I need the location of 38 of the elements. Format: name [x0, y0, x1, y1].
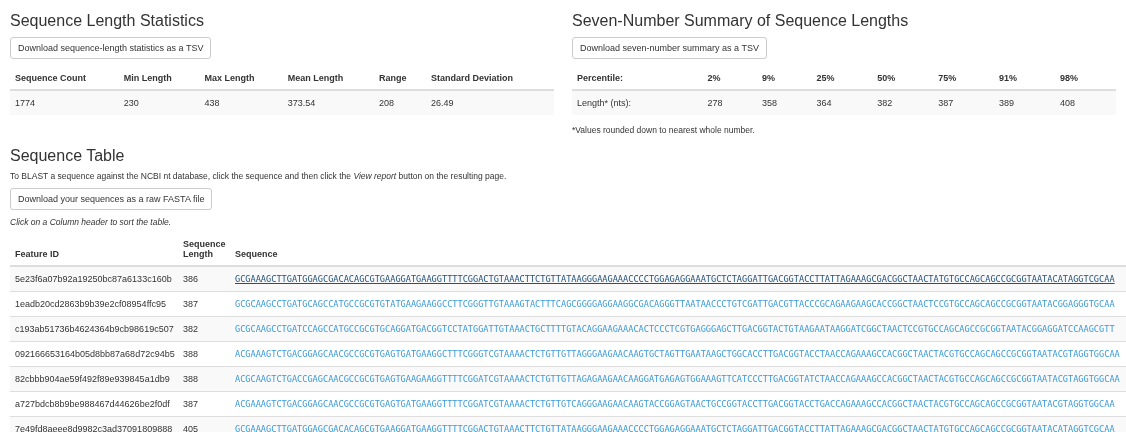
length-cell: 388 — [178, 366, 230, 392]
length-cell: 382 — [178, 316, 230, 342]
feature-id-cell: 5e23f6a07b92a19250bc87a6133c160b — [10, 266, 178, 292]
feature-id-cell: c193ab51736b4624364b9cb98619c507 — [10, 316, 178, 342]
instructions-text: To BLAST a sequence against the NCBI nt database, click the sequence and then click the View report button on the resulting page. — [10, 171, 508, 181]
download-button[interactable]: Download sequence-length statistics as a TSV — [10, 37, 212, 59]
section-title: Sequence Table — [10, 147, 126, 165]
download-button[interactable]: Download seven-number summary as a TSV — [572, 37, 767, 59]
sort-hint: Click on a Column header to sort the table. — [10, 217, 173, 227]
table-cell: 208 — [373, 90, 427, 115]
feature-id-cell: 092166653164b05d8bb87a68d72c94b5 — [10, 341, 178, 367]
table-cell: Length* (nts): — [572, 90, 703, 115]
table-cell: 230 — [118, 90, 200, 115]
table-cell: 364 — [811, 90, 873, 115]
footnote: *Values rounded down to nearest whole number. — [572, 125, 756, 135]
feature-id-cell: 82cbbb904ae59f492f89e939845a1db9 — [10, 366, 178, 392]
feature-id-cell: 7e49fd8aeee8d9982c3ad37091809888 — [10, 416, 178, 432]
table-cell: 358 — [756, 90, 812, 115]
table-cell: 1774 — [10, 90, 119, 115]
length-cell: 405 — [178, 416, 230, 432]
feature-id-cell: a727bdcb8b9be988467d44626be2f0df — [10, 391, 178, 417]
table-cell: 389 — [994, 90, 1055, 115]
table-cell: 438 — [199, 90, 283, 115]
table-cell: 382 — [872, 90, 934, 115]
length-cell: 386 — [178, 266, 230, 292]
table-cell: 408 — [1055, 90, 1116, 115]
feature-id-cell: 1eadb20cd2863b9b39e2cf08954ffc95 — [10, 291, 178, 317]
section-title: Sequence Length Statistics — [10, 12, 205, 30]
length-cell: 387 — [178, 291, 230, 317]
table-cell: 278 — [702, 90, 757, 115]
table-cell: 373.54 — [282, 90, 374, 115]
length-cell: 387 — [178, 391, 230, 417]
download-button[interactable]: Download your sequences as a raw FASTA file — [10, 188, 213, 210]
table-cell: 26.49 — [426, 90, 554, 115]
section-title: Seven-Number Summary of Sequence Lengths — [572, 12, 910, 30]
table-cell: 387 — [933, 90, 995, 115]
sequence-link[interactable]: GCGAAAGCTTGATGGAGCGACACAGCGTGAAGGATGAAGGTTTTCGGACTGTAAACTTCTGTTATAAGGGAAGAAACCCCTGGAGAGGAAATGCTCTAGGATTGACGGTACCTTATTAGAAAGCGACGGCTAACTATGTGCCAGCAGCCGCGGTAATACATAGGTCGCAA — [235, 274, 1115, 284]
length-cell: 388 — [178, 341, 230, 367]
